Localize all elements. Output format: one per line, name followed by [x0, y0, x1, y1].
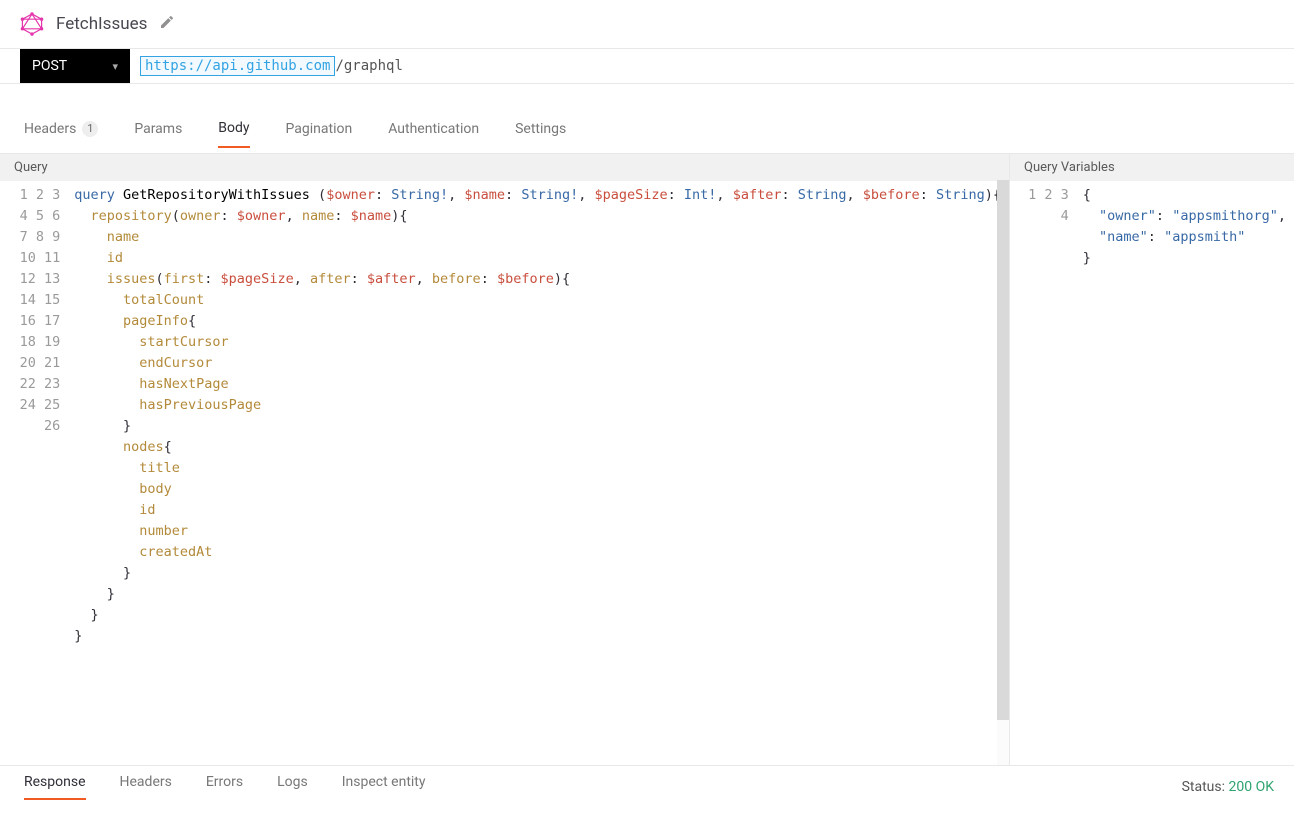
response-status: Status: 200 OK: [1182, 779, 1274, 795]
tab-headers[interactable]: Headers 1: [24, 121, 98, 147]
tab-params[interactable]: Params: [134, 121, 182, 147]
query-title: FetchIssues: [56, 14, 147, 34]
variables-gutter: 1 2 3 4: [1010, 181, 1075, 765]
tab-settings[interactable]: Settings: [515, 121, 566, 147]
status-code: 200 OK: [1229, 779, 1275, 795]
query-pane: Query 1 2 3 4 5 6 7 8 9 10 11 12 13 14 1…: [0, 154, 1010, 765]
ftab-headers[interactable]: Headers: [120, 774, 172, 800]
headers-count-badge: 1: [82, 121, 98, 137]
response-footer: Response Headers Errors Logs Inspect ent…: [0, 766, 1294, 808]
tab-authentication[interactable]: Authentication: [388, 121, 479, 147]
query-code[interactable]: query GetRepositoryWithIssues ($owner: S…: [66, 181, 1009, 765]
ftab-inspect[interactable]: Inspect entity: [342, 774, 426, 800]
variables-code[interactable]: { "owner": "appsmithorg", "name": "appsm…: [1075, 181, 1294, 765]
scrollbar-thumb[interactable]: [997, 180, 1009, 720]
url-row: POST ▾ https://api.github.com/graphql: [0, 48, 1294, 84]
edit-icon[interactable]: [159, 14, 175, 34]
query-pane-title: Query: [0, 154, 1009, 181]
query-header: FetchIssues: [0, 0, 1294, 48]
url-base: https://api.github.com: [140, 56, 335, 76]
query-gutter: 1 2 3 4 5 6 7 8 9 10 11 12 13 14 15 16 1…: [0, 181, 66, 765]
http-method-dropdown[interactable]: POST ▾: [20, 49, 130, 83]
tab-body[interactable]: Body: [218, 120, 249, 148]
variables-pane-title: Query Variables: [1010, 154, 1294, 181]
query-editor[interactable]: 1 2 3 4 5 6 7 8 9 10 11 12 13 14 15 16 1…: [0, 181, 1009, 765]
ftab-response[interactable]: Response: [24, 774, 86, 800]
chevron-down-icon: ▾: [112, 60, 118, 73]
tab-pagination[interactable]: Pagination: [286, 121, 353, 147]
graphql-icon: [20, 12, 44, 36]
http-method-value: POST: [32, 58, 67, 74]
ftab-logs[interactable]: Logs: [277, 774, 308, 800]
request-tabs: Headers 1 Params Body Pagination Authent…: [0, 112, 1294, 154]
response-tabs: Response Headers Errors Logs Inspect ent…: [24, 774, 426, 800]
variables-editor[interactable]: 1 2 3 4 { "owner": "appsmithorg", "name"…: [1010, 181, 1294, 765]
query-scrollbar[interactable]: [997, 180, 1009, 765]
ftab-errors[interactable]: Errors: [206, 774, 243, 800]
variables-pane: Query Variables 1 2 3 4 { "owner": "apps…: [1010, 154, 1294, 765]
url-input[interactable]: https://api.github.com/graphql: [130, 49, 1294, 83]
editor-panes: Query 1 2 3 4 5 6 7 8 9 10 11 12 13 14 1…: [0, 154, 1294, 766]
url-path: /graphql: [335, 58, 402, 74]
